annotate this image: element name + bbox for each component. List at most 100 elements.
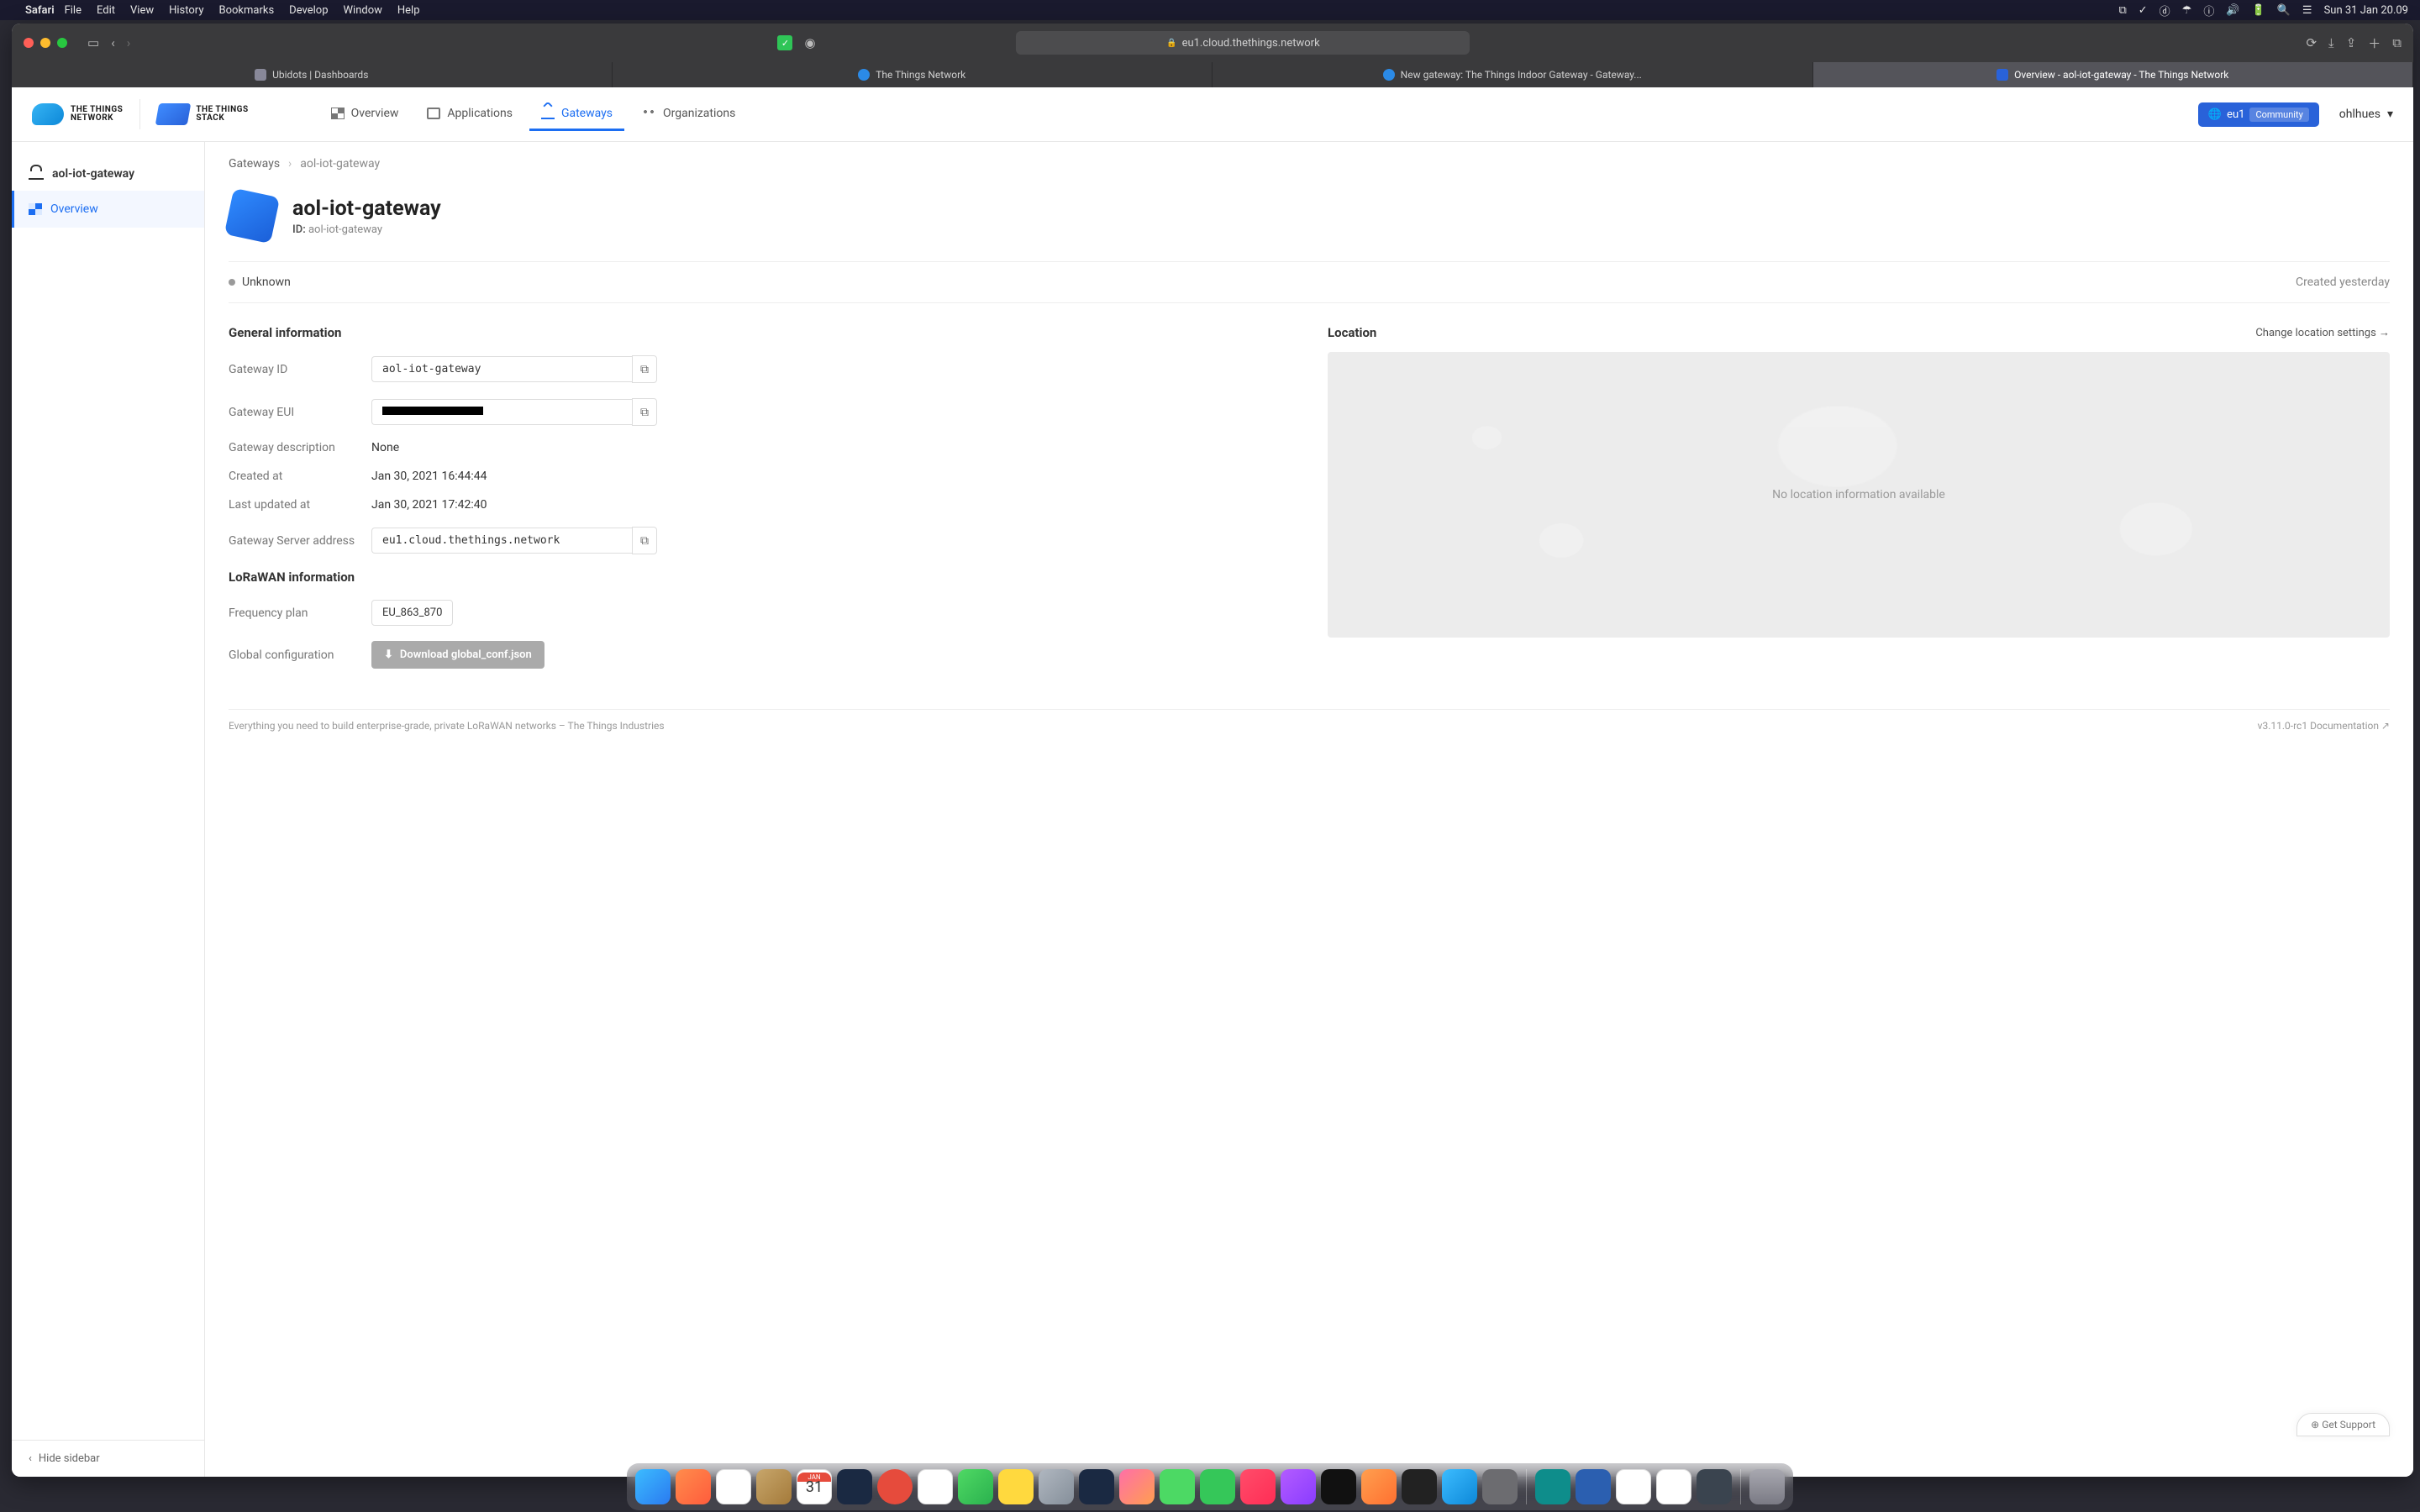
zoom-window-button[interactable] <box>57 38 67 48</box>
browser-tab[interactable]: Overview - aol-iot-gateway - The Things … <box>1813 62 2414 87</box>
dock-tv-icon[interactable] <box>1321 1469 1356 1504</box>
change-location-link[interactable]: Change location settings → <box>2255 326 2390 339</box>
menubar-clock[interactable]: Sun 31 Jan 20.09 <box>2324 4 2408 17</box>
nav-links: Overview Applications Gateways Organizat… <box>319 98 748 131</box>
volume-icon[interactable]: 🔊 <box>2226 4 2239 17</box>
browser-tab[interactable]: New gateway: The Things Indoor Gateway -… <box>1213 62 1813 87</box>
dock-messages-icon[interactable] <box>1160 1469 1195 1504</box>
search-icon[interactable]: 🔍 <box>2277 4 2291 17</box>
menu-edit[interactable]: Edit <box>97 4 115 17</box>
breadcrumb-root[interactable]: Gateways <box>229 157 280 171</box>
sidebar-item-overview[interactable]: Overview <box>12 191 204 228</box>
menu-develop[interactable]: Develop <box>289 4 328 17</box>
field-label: Gateway EUI <box>229 406 371 419</box>
dock-contacts-icon[interactable] <box>756 1469 792 1504</box>
tab-favicon <box>1996 69 2008 81</box>
dock-trash-icon[interactable] <box>1749 1469 1785 1504</box>
dock-calendar-icon[interactable] <box>797 1469 832 1504</box>
dropbox-icon[interactable]: ⧉ <box>2118 4 2126 17</box>
dock-prefs-icon[interactable] <box>1482 1469 1518 1504</box>
menu-history[interactable]: History <box>169 4 203 17</box>
dock-finder-icon[interactable] <box>635 1469 671 1504</box>
dock-arduino-icon[interactable] <box>1535 1469 1570 1504</box>
dock-word-icon[interactable] <box>1576 1469 1611 1504</box>
control-center-icon[interactable]: ☰ <box>2302 4 2312 17</box>
nav-label: Applications <box>447 107 513 120</box>
hide-sidebar-button[interactable]: ‹ Hide sidebar <box>12 1440 204 1477</box>
ttn-logo[interactable]: THE THINGS NETWORK <box>32 103 123 125</box>
dock-app-icon[interactable] <box>1402 1469 1437 1504</box>
copy-button[interactable]: ⧉ <box>632 527 657 554</box>
dock-atom-icon[interactable] <box>1697 1469 1732 1504</box>
dock-matlab-icon[interactable] <box>837 1469 872 1504</box>
tab-overview-icon[interactable]: ⧉ <box>2392 35 2402 50</box>
server-address-value[interactable]: eu1.cloud.thethings.network <box>371 528 632 554</box>
dock-photos-icon[interactable] <box>1119 1469 1155 1504</box>
dock-reminders-icon[interactable] <box>918 1469 953 1504</box>
sidebar-toggle-icon[interactable]: ▭ <box>87 35 99 50</box>
dock-podcasts-icon[interactable] <box>1281 1469 1316 1504</box>
forward-button[interactable]: › <box>127 35 131 50</box>
download-global-conf-button[interactable]: ⬇ Download global_conf.json <box>371 641 544 669</box>
window-controls <box>24 38 67 48</box>
close-window-button[interactable] <box>24 38 34 48</box>
menubar-app-name[interactable]: Safari <box>25 4 55 17</box>
nav-gateways[interactable]: Gateways <box>529 98 624 131</box>
created-at-value: Jan 30, 2021 16:44:44 <box>371 470 487 483</box>
menu-window[interactable]: Window <box>344 4 382 17</box>
battery-icon[interactable]: 🔋 <box>2252 4 2265 17</box>
dock-app-icon[interactable] <box>1079 1469 1114 1504</box>
copy-button[interactable]: ⧉ <box>632 355 657 383</box>
umbrella-icon[interactable]: ☂ <box>2182 4 2192 17</box>
tab-label: New gateway: The Things Indoor Gateway -… <box>1401 69 1642 81</box>
copy-button[interactable]: ⧉ <box>632 398 657 426</box>
dock-facetime-icon[interactable] <box>1200 1469 1235 1504</box>
gateway-id-value[interactable]: aol-iot-gateway <box>371 356 632 382</box>
reload-icon[interactable]: ⟳ <box>2306 35 2317 50</box>
dock-launchpad-icon[interactable] <box>676 1469 711 1504</box>
tts-logo[interactable]: THE THINGS STACK <box>157 103 248 125</box>
dock-app-icon[interactable] <box>877 1469 913 1504</box>
chevron-down-icon: ▾ <box>2387 108 2393 121</box>
nav-organizations[interactable]: Organizations <box>629 98 747 131</box>
tracking-shield-icon[interactable]: ◉ <box>804 35 815 50</box>
get-support-button[interactable]: ⊕ Get Support <box>2296 1413 2390 1436</box>
dock-appstore-icon[interactable] <box>1442 1469 1477 1504</box>
dock-safari-icon[interactable] <box>716 1469 751 1504</box>
footer-right[interactable]: v3.11.0-rc1 Documentation ↗ <box>2258 720 2390 732</box>
user-menu[interactable]: ohlhues ▾ <box>2339 108 2393 121</box>
menu-bookmarks[interactable]: Bookmarks <box>218 4 274 17</box>
browser-tab[interactable]: Ubidots | Dashboards <box>12 62 613 87</box>
field-label: Gateway ID <box>229 363 371 376</box>
dock-books-icon[interactable] <box>1361 1469 1397 1504</box>
field-label: Global configuration <box>229 648 371 662</box>
circle-d-icon[interactable]: ⓓ <box>2160 3 2170 18</box>
dock-settings-icon[interactable] <box>1039 1469 1074 1504</box>
share-icon[interactable]: ⇪ <box>2346 35 2357 50</box>
new-tab-icon[interactable]: ＋ <box>2368 34 2381 52</box>
privacy-shield-icon[interactable]: ✓ <box>777 35 792 50</box>
nav-applications[interactable]: Applications <box>415 98 524 131</box>
chevron-right-icon: › <box>288 157 292 171</box>
ttn-console-app: THE THINGS NETWORK THE THINGS STACK Over… <box>12 87 2413 1477</box>
cluster-badge[interactable]: 🌐 eu1 Community <box>2198 102 2319 127</box>
sidebar-gateway-head[interactable]: aol-iot-gateway <box>12 157 204 191</box>
location-map[interactable]: No location information available <box>1328 352 2390 638</box>
info-icon[interactable]: ⓘ <box>2203 3 2214 18</box>
dock-app-icon[interactable] <box>1616 1469 1651 1504</box>
nav-overview[interactable]: Overview <box>319 98 411 131</box>
downloads-icon[interactable]: ⤓ <box>2328 35 2334 50</box>
menu-help[interactable]: Help <box>397 4 420 17</box>
menu-view[interactable]: View <box>130 4 154 17</box>
dock-textedit-icon[interactable] <box>1656 1469 1691 1504</box>
browser-tab[interactable]: The Things Network <box>613 62 1213 87</box>
dock-maps-icon[interactable] <box>958 1469 993 1504</box>
menu-file[interactable]: File <box>65 4 82 17</box>
dock-notes-icon[interactable] <box>998 1469 1034 1504</box>
url-bar[interactable]: 🔒 eu1.cloud.thethings.network <box>1016 31 1470 55</box>
checkmark-icon[interactable]: ✓ <box>2139 4 2148 17</box>
dock-music-icon[interactable] <box>1240 1469 1276 1504</box>
minimize-window-button[interactable] <box>40 38 50 48</box>
gateway-eui-value[interactable] <box>371 399 632 425</box>
back-button[interactable]: ‹ <box>111 35 115 50</box>
